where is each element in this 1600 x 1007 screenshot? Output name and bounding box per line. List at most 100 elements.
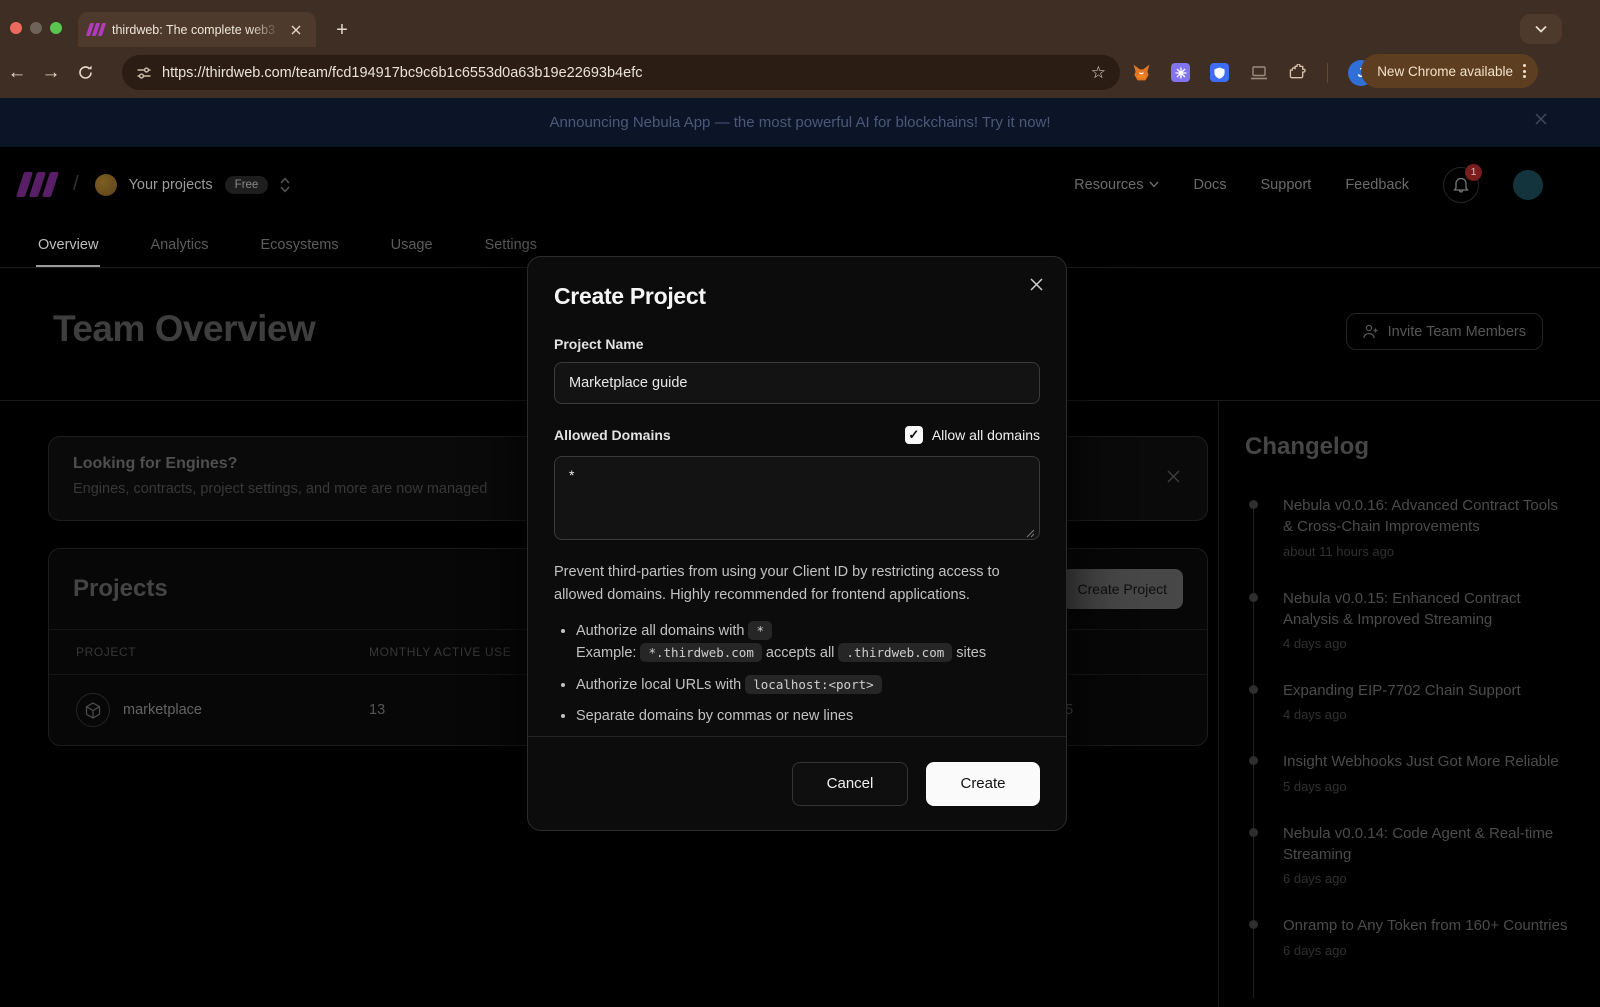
tab-overview[interactable]: Overview: [36, 237, 100, 267]
team-name[interactable]: Your projects: [129, 177, 213, 193]
back-icon[interactable]: ←: [0, 62, 34, 84]
hint-localhost: Authorize local URLs with localhost:<por…: [576, 674, 1040, 696]
changelog-entry[interactable]: Nebula v0.0.16: Advanced Contract Tools …: [1245, 495, 1570, 559]
zoom-window-button[interactable]: [50, 22, 62, 34]
resize-grip-icon[interactable]: [1026, 529, 1035, 538]
reload-icon[interactable]: [68, 64, 102, 81]
tab-close-icon[interactable]: [288, 22, 304, 38]
invite-button-label: Invite Team Members: [1388, 324, 1526, 340]
announcement-banner: Announcing Nebula App — the most powerfu…: [0, 98, 1600, 147]
shield-extension-icon[interactable]: [1210, 63, 1229, 82]
modal-close-icon[interactable]: [1029, 277, 1044, 292]
hint-separators: Separate domains by commas or new lines: [576, 705, 1040, 727]
metamask-icon[interactable]: [1132, 63, 1151, 82]
changelog-entry-time: 4 days ago: [1283, 636, 1570, 651]
timeline-dot: [1249, 756, 1258, 765]
hint-localhost-text: Authorize local URLs with: [576, 677, 741, 693]
site-settings-icon[interactable]: [136, 65, 152, 81]
changelog-entry-time: 6 days ago: [1283, 943, 1570, 958]
tab-analytics[interactable]: Analytics: [148, 237, 210, 267]
forward-icon[interactable]: →: [34, 62, 68, 84]
banner-close-icon[interactable]: [1534, 112, 1548, 126]
extensions-puzzle-icon[interactable]: [1288, 63, 1307, 82]
thirdweb-favicon: [88, 23, 104, 36]
engines-banner-close-icon[interactable]: [1166, 469, 1181, 484]
timeline-dot: [1249, 593, 1258, 602]
tab-search-button[interactable]: [1520, 14, 1562, 44]
hint-authorize-all: Authorize all domains with * Example: *.…: [576, 620, 1040, 665]
changelog-entry-title[interactable]: Expanding EIP-7702 Chain Support: [1283, 680, 1568, 701]
nav-docs[interactable]: Docs: [1193, 177, 1226, 193]
create-button[interactable]: Create: [926, 762, 1040, 806]
timeline-dot: [1249, 500, 1258, 509]
subdomain-chip: .thirdweb.com: [838, 643, 952, 662]
traffic-lights: [10, 22, 62, 34]
thirdweb-logo[interactable]: [20, 172, 55, 197]
create-project-button-background[interactable]: Create Project: [1062, 569, 1183, 609]
allowed-domains-label: Allowed Domains: [554, 427, 671, 443]
changelog-entry-title[interactable]: Nebula v0.0.16: Advanced Contract Tools …: [1283, 495, 1568, 538]
tab-ecosystems[interactable]: Ecosystems: [258, 237, 340, 267]
modal-footer: Cancel Create: [528, 736, 1066, 830]
changelog-entry-time: about 11 hours ago: [1283, 544, 1570, 559]
url-text[interactable]: https://thirdweb.com/team/fcd194917bc9c6…: [162, 65, 1083, 81]
changelog-entry[interactable]: Nebula v0.0.14: Code Agent & Real-time S…: [1245, 823, 1570, 887]
new-tab-button[interactable]: +: [330, 18, 354, 42]
breadcrumb-separator: /: [73, 173, 79, 196]
browser-tab[interactable]: thirdweb: The complete web3: [78, 12, 316, 47]
chevron-down-icon: [1149, 181, 1159, 188]
example-suffix-text: sites: [956, 645, 986, 661]
nav-support[interactable]: Support: [1261, 177, 1312, 193]
changelog-entry-title[interactable]: Insight Webhooks Just Got More Reliable: [1283, 751, 1568, 772]
minimize-window-button[interactable]: [30, 22, 42, 34]
changelog-entry-time: 5 days ago: [1283, 779, 1570, 794]
changelog-entry-time: 6 days ago: [1283, 871, 1570, 886]
chrome-menu-icon[interactable]: [1523, 64, 1526, 78]
nav-resources[interactable]: Resources: [1074, 177, 1159, 193]
create-project-modal: Create Project Project Name Allowed Doma…: [527, 256, 1067, 831]
page-title: Team Overview: [53, 308, 315, 350]
column-project: PROJECT: [76, 645, 369, 659]
announcement-text[interactable]: Announcing Nebula App — the most powerfu…: [549, 114, 1050, 131]
tab-title: thirdweb: The complete web3: [112, 23, 280, 37]
hint-authorize-all-text: Authorize all domains with: [576, 623, 744, 639]
changelog-entry[interactable]: Nebula v0.0.15: Enhanced Contract Analys…: [1245, 588, 1570, 652]
project-cube-icon: [76, 693, 110, 727]
chrome-update-button[interactable]: New Chrome available: [1361, 54, 1538, 88]
timeline-dot: [1249, 828, 1258, 837]
project-name-label: Project Name: [554, 336, 1040, 352]
changelog-entry-title[interactable]: Onramp to Any Token from 160+ Countries: [1283, 915, 1568, 936]
browser-toolbar: ← → https://thirdweb.com/team/fcd194917b…: [0, 47, 1600, 98]
wildcard-chip: *: [748, 621, 772, 640]
bookmark-star-icon[interactable]: ☆: [1091, 63, 1106, 83]
cancel-button[interactable]: Cancel: [792, 762, 908, 806]
laptop-extension-icon[interactable]: [1249, 63, 1268, 82]
tab-usage[interactable]: Usage: [389, 237, 435, 267]
changelog-entry-title[interactable]: Nebula v0.0.15: Enhanced Contract Analys…: [1283, 588, 1568, 631]
close-window-button[interactable]: [10, 22, 22, 34]
allowed-domains-textarea[interactable]: *: [554, 456, 1040, 540]
changelog-entry-title[interactable]: Nebula v0.0.14: Code Agent & Real-time S…: [1283, 823, 1568, 866]
changelog-entry-time: 4 days ago: [1283, 707, 1570, 722]
team-switcher-icon[interactable]: [280, 177, 290, 193]
team-avatar[interactable]: [95, 174, 117, 196]
changelog-entry[interactable]: Expanding EIP-7702 Chain Support 4 days …: [1245, 680, 1570, 722]
url-bar[interactable]: https://thirdweb.com/team/fcd194917bc9c6…: [122, 55, 1120, 90]
changelog-title: Changelog: [1245, 433, 1570, 461]
checkbox-checked-icon[interactable]: ✓: [905, 426, 923, 444]
invite-team-members-button[interactable]: Invite Team Members: [1346, 313, 1543, 350]
changelog-entry[interactable]: Insight Webhooks Just Got More Reliable …: [1245, 751, 1570, 793]
localhost-chip: localhost:<port>: [745, 675, 881, 694]
example-label: Example:: [576, 645, 636, 661]
snowflake-extension-icon[interactable]: [1171, 63, 1190, 82]
allow-all-domains-toggle[interactable]: ✓ Allow all domains: [905, 426, 1040, 444]
timeline-dot: [1249, 685, 1258, 694]
project-name-input[interactable]: [554, 362, 1040, 404]
notifications-button[interactable]: 1: [1443, 167, 1479, 203]
project-name: marketplace: [123, 702, 202, 718]
user-avatar[interactable]: [1513, 170, 1543, 200]
timeline-dot: [1249, 920, 1258, 929]
changelog-entry[interactable]: Onramp to Any Token from 160+ Countries …: [1245, 915, 1570, 957]
nav-feedback[interactable]: Feedback: [1345, 177, 1409, 193]
changelog-sidebar: Changelog Nebula v0.0.16: Advanced Contr…: [1218, 401, 1600, 1007]
